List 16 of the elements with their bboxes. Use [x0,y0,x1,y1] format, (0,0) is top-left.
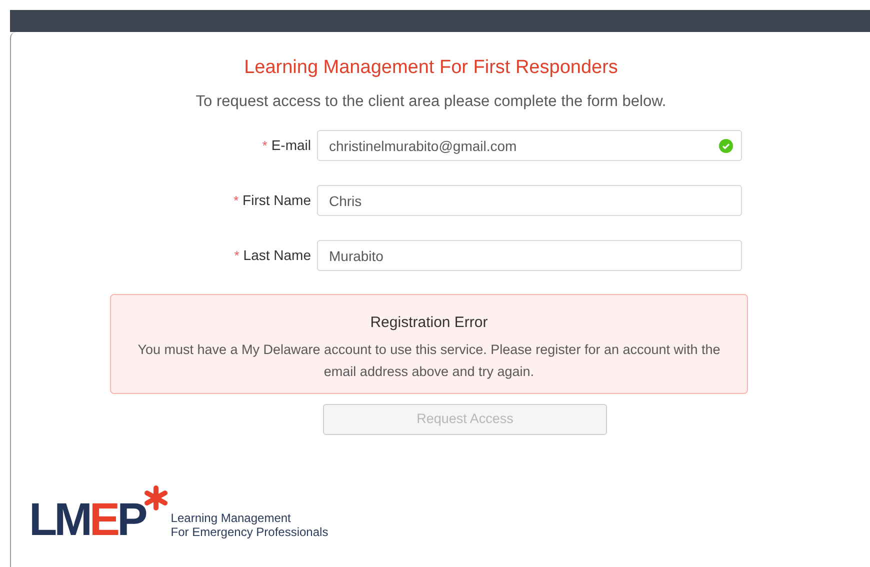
alert-message: You must have a My Delaware account to use this service. Please register for an account with the email address above and try again. [136,341,722,381]
required-mark: * [233,192,239,210]
required-mark: * [234,246,240,265]
text-field[interactable]: Murabito [317,240,742,271]
form-instructions: To request access to the client area please complete the form below. [196,92,666,112]
alert-title: Registration Error [370,313,488,333]
field-label: First Name [242,191,311,210]
logo-tagline: For Emergency Professionals [170,525,328,539]
logo-wordmark: LMEP [29,499,145,539]
logo-tagline: Learning Management [170,511,292,525]
page-title: Learning Management For First Responders [244,56,618,80]
text-field[interactable]: christinelmurabito@gmail.com [317,130,742,161]
field-label: Last Name [243,246,311,265]
field-label: E-mail [271,136,311,155]
text-field[interactable]: Chris [317,185,742,216]
required-mark: * [262,136,268,155]
